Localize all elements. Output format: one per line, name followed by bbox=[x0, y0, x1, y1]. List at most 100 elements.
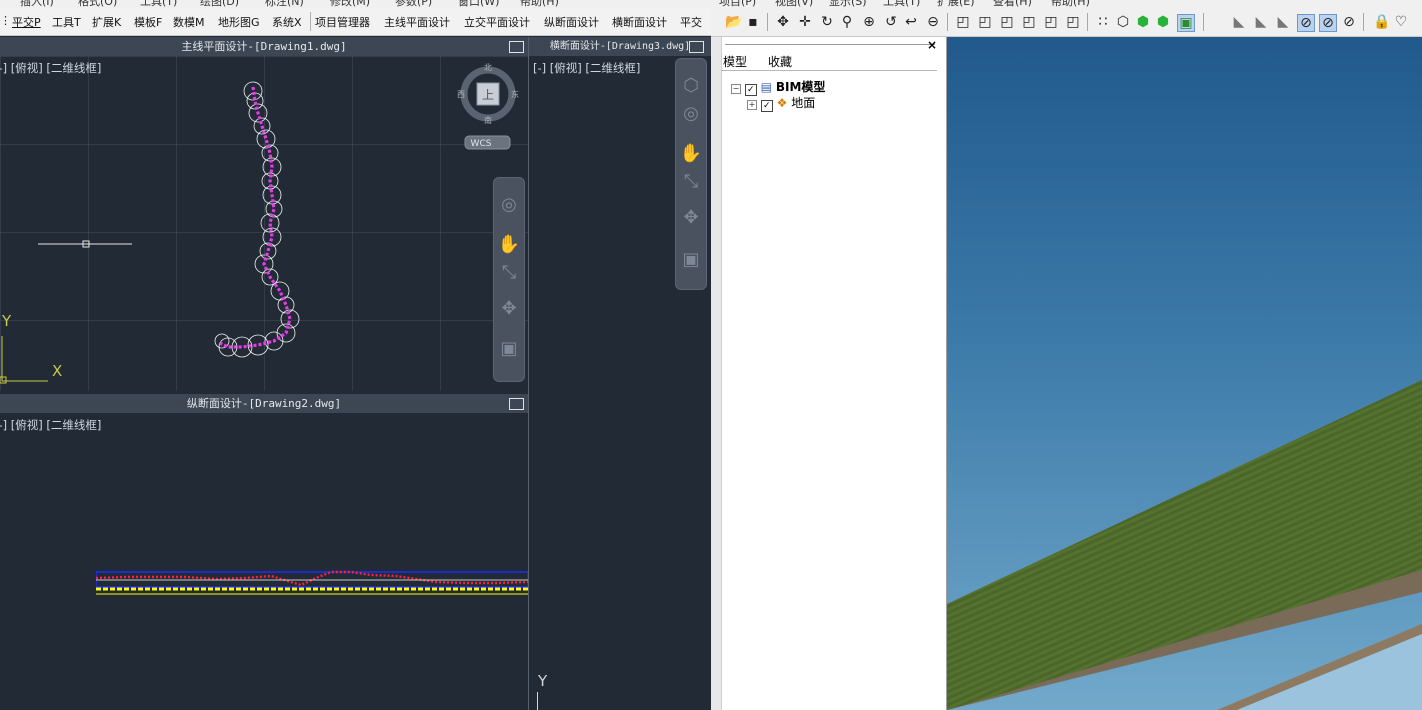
open-folder-icon[interactable]: 📂 bbox=[725, 14, 742, 30]
toolbar-item-topo[interactable]: 地形图G bbox=[218, 14, 260, 30]
cross-ucs-axis bbox=[537, 692, 538, 710]
shaded-icon[interactable]: ⬢ bbox=[1135, 14, 1151, 30]
cross-viewport[interactable]: [-] [俯视] [二维线框] ⬡ ◎ ✋ ⤡ ✥ ▣ Y bbox=[529, 56, 711, 710]
view-top-icon[interactable]: ◰ bbox=[955, 14, 971, 30]
light-icon[interactable]: ♡ bbox=[1393, 14, 1409, 30]
clip-icon[interactable]: ⊘ bbox=[1297, 14, 1315, 32]
menu-tools[interactable]: 工具(T) bbox=[883, 0, 920, 8]
wireframe-icon[interactable]: ⬡ bbox=[1115, 14, 1131, 30]
clip-clear-icon[interactable]: ⊘ bbox=[1341, 14, 1357, 30]
menu-check[interactable]: 查看(H) bbox=[993, 0, 1032, 8]
toolbar-item-pingjiao-design[interactable]: 平交 bbox=[680, 14, 702, 30]
viewcube-south: 南 bbox=[484, 115, 492, 125]
tree-label-ground: 地面 bbox=[791, 96, 816, 110]
toolbar-item-extend[interactable]: 扩展K bbox=[92, 14, 121, 30]
cross-viewport-label[interactable]: [-] [俯视] [二维线框] bbox=[533, 60, 640, 76]
cross-viewport-title[interactable]: 横断面设计-[Drawing3.dwg] bbox=[529, 37, 711, 56]
profile-viewport-title[interactable]: 纵断面设计-[Drawing2.dwg] bbox=[0, 394, 528, 413]
section-3-icon[interactable]: ◣ bbox=[1275, 14, 1291, 30]
toolbar-item-interchange-plan[interactable]: 立交平面设计 bbox=[464, 14, 530, 30]
menu-dimension[interactable]: 标注(N) bbox=[265, 0, 304, 8]
tree-row-ground[interactable]: + ✓ ❖ 地面 bbox=[747, 94, 815, 112]
shaded-edges-icon[interactable]: ⬢ bbox=[1155, 14, 1171, 30]
clip-edit-icon[interactable]: ⊘ bbox=[1319, 14, 1337, 32]
pan-icon[interactable]: ✛ bbox=[797, 14, 813, 30]
panel-close-button[interactable]: × bbox=[927, 38, 937, 52]
showmotion-icon[interactable]: ▣ bbox=[500, 340, 517, 358]
panel-dock-strip[interactable] bbox=[711, 37, 722, 710]
checkbox-icon[interactable]: ✓ bbox=[760, 100, 773, 112]
viewcube[interactable]: 上 北 南 东 西 WCS bbox=[455, 61, 525, 156]
view-right-icon[interactable]: ◰ bbox=[1021, 14, 1037, 30]
zoom-icon[interactable]: ⤡ bbox=[502, 264, 516, 282]
menu-display[interactable]: 显示(S) bbox=[829, 0, 867, 8]
toolbar-item-pingjiao[interactable]: 平交P bbox=[12, 14, 41, 30]
view-left-icon[interactable]: ◰ bbox=[999, 14, 1015, 30]
viewcube-west: 西 bbox=[457, 90, 465, 99]
toolbar-item-cross-section[interactable]: 横断面设计 bbox=[612, 14, 667, 30]
profile-viewport[interactable]: [-] [俯视] [二维线框] bbox=[0, 413, 528, 710]
menu-modify[interactable]: 修改(M) bbox=[330, 0, 370, 8]
profile-viewport-label[interactable]: [-] [俯视] [二维线框] bbox=[0, 417, 101, 433]
tab-favorites[interactable]: 收藏 bbox=[768, 53, 792, 70]
toolbar-item-system[interactable]: 系统X bbox=[272, 14, 302, 30]
viewcube-icon[interactable]: ⬡ bbox=[683, 77, 699, 95]
zoom-extent-icon[interactable]: ↩ bbox=[903, 14, 919, 30]
toolbar-item-template[interactable]: 模板F bbox=[134, 14, 162, 30]
save-icon[interactable]: ▪ bbox=[745, 14, 761, 30]
toolbar-item-project-manager[interactable]: 项目管理器 bbox=[315, 14, 370, 30]
bim-menubar: 项目(P) 视图(V) 显示(S) 工具(T) 扩展(E) 查看(H) 帮助(H… bbox=[711, 0, 1422, 8]
zoom-window-icon[interactable]: ⊕ bbox=[861, 14, 877, 30]
3d-viewport[interactable] bbox=[947, 37, 1422, 710]
menu-view[interactable]: 视图(V) bbox=[775, 0, 813, 8]
lock-icon[interactable]: 🔒 bbox=[1373, 14, 1390, 30]
orbit-icon[interactable]: ✥ bbox=[683, 209, 698, 227]
menu-help[interactable]: 帮助(H) bbox=[520, 0, 559, 8]
plan-viewport-label[interactable]: [-] [俯视] [二维线框] bbox=[0, 60, 101, 76]
plan-navigation-bar[interactable]: ◎ ✋ ⤡ ✥ ▣ bbox=[493, 177, 525, 382]
zoom-icon[interactable]: ⤡ bbox=[684, 173, 698, 191]
zoom-realtime-icon[interactable]: ⚲ bbox=[839, 14, 855, 30]
maximize-icon[interactable] bbox=[509, 41, 524, 53]
collapse-icon[interactable]: − bbox=[731, 84, 741, 94]
section-1-icon[interactable]: ◣ bbox=[1231, 14, 1247, 30]
steering-wheel-icon[interactable]: ◎ bbox=[501, 196, 517, 214]
textured-icon[interactable]: ▣ bbox=[1177, 14, 1195, 32]
menu-param[interactable]: 参数(P) bbox=[395, 0, 432, 8]
menu-draw[interactable]: 绘图(D) bbox=[200, 0, 239, 8]
tab-model[interactable]: 模型 bbox=[723, 53, 747, 70]
pan-icon[interactable]: ✋ bbox=[680, 145, 702, 163]
orbit-icon[interactable]: ✥ bbox=[775, 14, 791, 30]
menu-format[interactable]: 格式(O) bbox=[78, 0, 117, 8]
menu-insert[interactable]: 插入(I) bbox=[20, 0, 54, 8]
toolbar-item-dtm[interactable]: 数模M bbox=[173, 14, 205, 30]
panel-grip[interactable] bbox=[725, 44, 935, 45]
menu-extend[interactable]: 扩展(E) bbox=[937, 0, 975, 8]
menu-window[interactable]: 窗口(W) bbox=[458, 0, 499, 8]
zoom-previous-icon[interactable]: ↺ bbox=[883, 14, 899, 30]
points-icon[interactable]: ∷ bbox=[1095, 14, 1111, 30]
view-iso-icon[interactable]: ◰ bbox=[1065, 14, 1081, 30]
zoom-all-icon[interactable]: ⊖ bbox=[925, 14, 941, 30]
toolbar-item-tools[interactable]: 工具T bbox=[52, 14, 81, 30]
menu-tools[interactable]: 工具(T) bbox=[140, 0, 177, 8]
view-front-icon[interactable]: ◰ bbox=[977, 14, 993, 30]
menu-project[interactable]: 项目(P) bbox=[719, 0, 756, 8]
cross-navigation-bar[interactable]: ⬡ ◎ ✋ ⤡ ✥ ▣ bbox=[675, 58, 707, 290]
plan-viewport[interactable]: [-] [俯视] [二维线框] 上 北 南 东 西 WCS ◎ ✋ ⤡ ✥ ▣ … bbox=[0, 56, 528, 391]
wcs-label[interactable]: WCS bbox=[471, 139, 492, 149]
view-back-icon[interactable]: ◰ bbox=[1043, 14, 1059, 30]
showmotion-icon[interactable]: ▣ bbox=[682, 251, 699, 269]
maximize-icon[interactable] bbox=[689, 41, 704, 53]
plan-viewport-title[interactable]: 主线平面设计-[Drawing1.dwg] bbox=[0, 37, 528, 56]
toolbar-item-profile[interactable]: 纵断面设计 bbox=[544, 14, 599, 30]
maximize-icon[interactable] bbox=[509, 398, 524, 410]
section-2-icon[interactable]: ◣ bbox=[1253, 14, 1269, 30]
rotate-icon[interactable]: ↻ bbox=[819, 14, 835, 30]
steering-wheel-icon[interactable]: ◎ bbox=[683, 105, 699, 123]
orbit-icon[interactable]: ✥ bbox=[501, 300, 516, 318]
expand-icon[interactable]: + bbox=[747, 100, 757, 110]
pan-icon[interactable]: ✋ bbox=[498, 236, 520, 254]
toolbar-item-main-plan[interactable]: 主线平面设计 bbox=[384, 14, 450, 30]
menu-help[interactable]: 帮助(H) bbox=[1051, 0, 1090, 8]
